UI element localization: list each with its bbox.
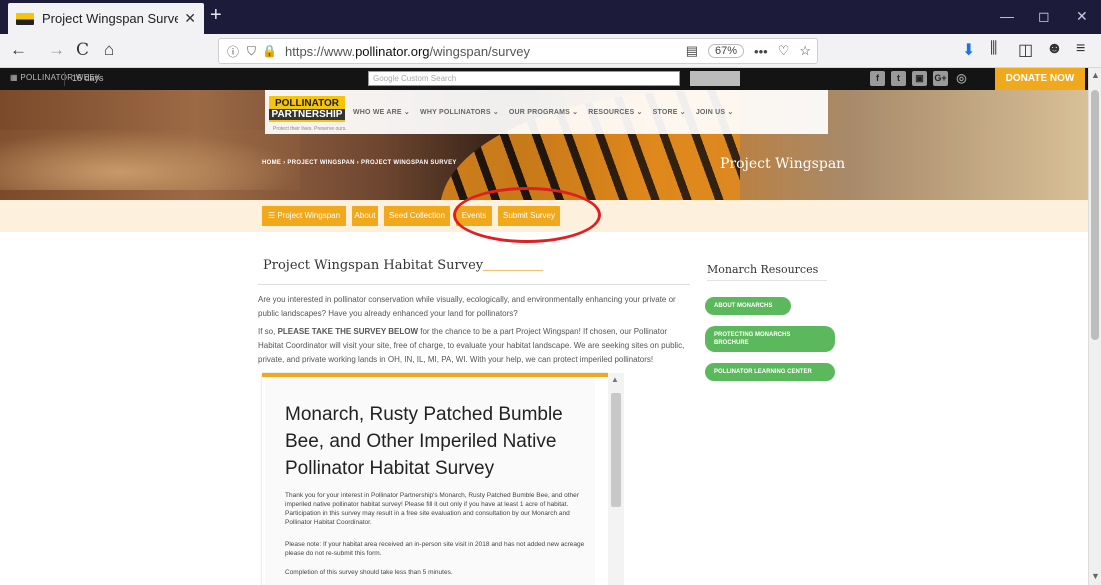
browser-toolbar: ← → C ⌂ ⓘ ⛉ 🔒 https://www.pollinator.org… — [0, 34, 1101, 68]
browser-tab[interactable]: Project Wingspan Survey | Polli ✕ — [8, 3, 204, 34]
forward-icon[interactable]: → — [48, 40, 65, 60]
page-scroll-thumb[interactable] — [1091, 90, 1099, 340]
web-page: ▦ POLLINATOR WEEK 15 days Google Custom … — [0, 68, 1088, 585]
site-search-input[interactable]: Google Custom Search — [368, 71, 680, 86]
monarch-resources-title: Monarch Resources — [707, 263, 819, 276]
donate-now-button[interactable]: DONATE NOW — [995, 68, 1085, 90]
pocket-icon[interactable]: ♡ — [778, 43, 790, 59]
menu-store[interactable]: STORE ⌄ — [653, 108, 686, 116]
page-actions-icon[interactable]: ••• — [754, 44, 768, 59]
site-favicon-icon — [16, 12, 34, 25]
title-divider — [258, 284, 690, 285]
back-icon[interactable]: ← — [10, 40, 27, 60]
browser-tab-strip: Project Wingspan Survey | Polli ✕ + — ◻ … — [0, 0, 1101, 34]
twitter-icon[interactable]: t — [891, 71, 906, 86]
menu-our-programs[interactable]: OUR PROGRAMS ⌄ — [509, 108, 578, 116]
page-scrollbar[interactable]: ▲ ▼ — [1088, 68, 1101, 585]
survey-call-paragraph: If so, PLEASE TAKE THE SURVEY BELOW for … — [258, 327, 685, 364]
protecting-monarchs-brochure-button[interactable]: PROTECTING MONARCHS BROCHURE — [705, 326, 835, 352]
reader-view-icon[interactable]: ▤ — [686, 43, 698, 59]
account-icon[interactable]: ☻ — [1046, 40, 1063, 58]
hero-title: Project Wingspan — [720, 156, 846, 172]
embedded-survey-form[interactable]: Monarch, Rusty Patched Bumble Bee, and O… — [262, 373, 608, 585]
download-icon[interactable]: ⬇ — [962, 40, 975, 60]
home-icon[interactable]: ⌂ — [104, 40, 114, 60]
subnav-seed-collection[interactable]: Seed Collection — [384, 206, 450, 226]
menu-who-we-are[interactable]: WHO WE ARE ⌄ — [353, 108, 410, 116]
page-scroll-down-icon[interactable]: ▼ — [1091, 571, 1100, 581]
bookmark-star-icon[interactable]: ☆ — [799, 43, 811, 59]
url-bar[interactable]: ⓘ ⛉ 🔒 https://www.pollinator.org/wingspa… — [218, 38, 818, 64]
tracking-shield-icon[interactable]: ⛉ — [247, 44, 256, 59]
title-accent — [483, 264, 543, 271]
pollinator-learning-center-button[interactable]: POLLINATOR LEARNING CENTER — [705, 363, 835, 381]
subnav-project-wingspan[interactable]: ☰ Project Wingspan — [262, 206, 346, 226]
hero-image-leaf — [0, 130, 300, 190]
survey-title: Monarch, Rusty Patched Bumble Bee, and O… — [285, 404, 563, 479]
maximize-icon[interactable]: ◻ — [1038, 8, 1050, 25]
menu-why-pollinators[interactable]: WHY POLLINATORS ⌄ — [420, 108, 499, 116]
page-title: Project Wingspan Habitat Survey — [263, 258, 484, 273]
subnav-about[interactable]: About — [352, 206, 378, 226]
lock-icon[interactable]: 🔒 — [262, 44, 277, 58]
annotation-circle — [453, 187, 601, 243]
menu-join-us[interactable]: JOIN US ⌄ — [696, 108, 734, 116]
menu-resources[interactable]: RESOURCES ⌄ — [588, 108, 642, 116]
survey-note: Please note: If your habitat area receiv… — [285, 541, 585, 557]
site-search-button[interactable] — [690, 71, 740, 86]
site-topbar: ▦ POLLINATOR WEEK 15 days Google Custom … — [0, 68, 1088, 90]
pollinator-partnership-logo[interactable]: POLLINATOR PARTNERSHIP Protect their liv… — [269, 96, 347, 132]
breadcrumb[interactable]: HOME › PROJECT WINGSPAN › PROJECT WINGSP… — [262, 160, 457, 166]
days-countdown: 15 days — [72, 73, 104, 83]
zoom-level[interactable]: 67% — [708, 44, 745, 58]
info-icon[interactable]: ⓘ — [227, 43, 239, 60]
tab-title: Project Wingspan Survey | Polli — [42, 11, 179, 26]
hamburger-menu-icon[interactable]: ≡ — [1076, 40, 1085, 58]
main-navigation: POLLINATOR PARTNERSHIP Protect their liv… — [265, 90, 828, 134]
divider — [64, 72, 65, 86]
survey-scrollbar[interactable]: ▲ — [608, 373, 624, 585]
tab-close-icon[interactable]: ✕ — [184, 10, 196, 27]
window-close-icon[interactable]: ✕ — [1076, 8, 1088, 25]
survey-form-body: Monarch, Rusty Patched Bumble Bee, and O… — [265, 377, 595, 585]
aside-divider — [707, 280, 827, 281]
blog-icon[interactable]: ▣ — [912, 71, 927, 86]
hero-banner: POLLINATOR PARTNERSHIP Protect their liv… — [0, 90, 1088, 200]
scroll-up-icon[interactable]: ▲ — [611, 375, 619, 384]
intro-paragraph: Are you interested in pollinator conserv… — [258, 295, 676, 318]
reload-icon[interactable]: C — [76, 40, 89, 60]
survey-intro: Thank you for your interest in Pollinato… — [285, 492, 579, 526]
google-plus-icon[interactable]: G+ — [933, 71, 948, 86]
instagram-icon[interactable]: ◎ — [954, 71, 969, 86]
facebook-icon[interactable]: f — [870, 71, 885, 86]
survey-duration: Completion of this survey should take le… — [285, 569, 453, 576]
page-scroll-up-icon[interactable]: ▲ — [1091, 70, 1100, 80]
library-icon[interactable]: ⫼ — [990, 40, 997, 58]
main-menu: WHO WE ARE ⌄ WHY POLLINATORS ⌄ OUR PROGR… — [353, 108, 733, 116]
survey-scroll-thumb[interactable] — [611, 393, 621, 507]
about-monarchs-button[interactable]: ABOUT MONARCHS — [705, 297, 791, 315]
sidebar-icon[interactable]: ◫ — [1018, 40, 1033, 60]
url-text[interactable]: https://www.pollinator.org/wingspan/surv… — [285, 44, 530, 59]
minimize-icon[interactable]: — — [1000, 8, 1014, 24]
new-tab-button[interactable]: + — [210, 4, 222, 27]
